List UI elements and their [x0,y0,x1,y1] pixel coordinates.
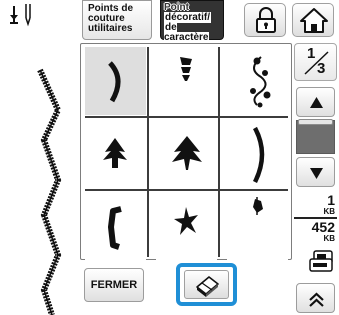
grid-divider [85,116,288,118]
pattern-cell-8[interactable] [156,193,217,261]
home-button[interactable] [292,3,334,37]
pattern-satin-arc-right [108,61,121,103]
pattern-long-satin-arc [252,126,265,184]
pattern-small-star [174,207,198,235]
scrollbar-track[interactable] [296,120,335,154]
pattern-cell-5[interactable] [156,120,217,188]
tab-utility-line3: utilitaires [88,23,133,34]
pattern-cell-3[interactable] [227,47,288,115]
memory-free-unit: KB [323,234,335,243]
grid-divider [218,47,220,257]
scroll-up-button[interactable] [296,87,335,117]
pattern-cell-9[interactable] [227,193,288,261]
pattern-grid [80,43,292,261]
embroidery-unit-icon [308,249,336,275]
padlock-icon [256,7,276,33]
scrollbar-thumb[interactable] [298,119,333,125]
right-control-panel: 1 3 1 KB 452 KB [294,43,337,313]
needle-position-icon[interactable] [4,2,38,28]
pattern-small-pine [103,138,127,168]
stitch-preview-panel [0,0,78,315]
triangle-down-icon [310,168,323,179]
expand-button[interactable] [296,283,335,313]
lock-button[interactable] [244,3,286,37]
pattern-satin-tapered-bar [180,57,192,81]
pattern-cell-1[interactable] [85,47,146,115]
eraser-button[interactable] [184,270,229,299]
page-total: 3 [317,60,326,77]
memory-free-value: 452 [311,219,335,235]
pattern-satin-bracket [108,206,122,250]
tab-decorative-stitches[interactable]: Point décoratif/ de caractère [160,0,224,43]
grid-divider [147,47,149,257]
double-chevron-up-icon [309,292,324,307]
memory-used-unit: KB [323,207,335,216]
pattern-cell-2[interactable] [156,47,217,115]
memory-indicator: 1 KB 452 KB [294,193,337,243]
scroll-down-button[interactable] [296,157,335,187]
close-button[interactable]: FERMER [84,268,144,302]
grid-divider [85,189,288,191]
pattern-leafy-scroll [250,56,271,108]
eraser-button-highlighted[interactable] [176,263,237,306]
stitch-preview-zigzag [37,68,62,315]
tab-utility-stitches[interactable]: Points de couture utilitaires [82,0,152,40]
eraser-icon [196,276,219,297]
pattern-small-leaf [253,197,263,215]
tab-decorative-line3: de caractère [164,22,210,43]
page-current: 1 [307,45,316,62]
pattern-leaf-tree [172,136,202,170]
triangle-up-icon [310,97,323,108]
pattern-cell-7[interactable] [85,193,146,261]
pattern-cell-4[interactable] [85,120,146,188]
memory-used-value: 1 [327,192,335,208]
home-icon [300,8,328,33]
pattern-cell-6[interactable] [227,120,288,188]
page-indicator: 1 3 [294,43,337,81]
